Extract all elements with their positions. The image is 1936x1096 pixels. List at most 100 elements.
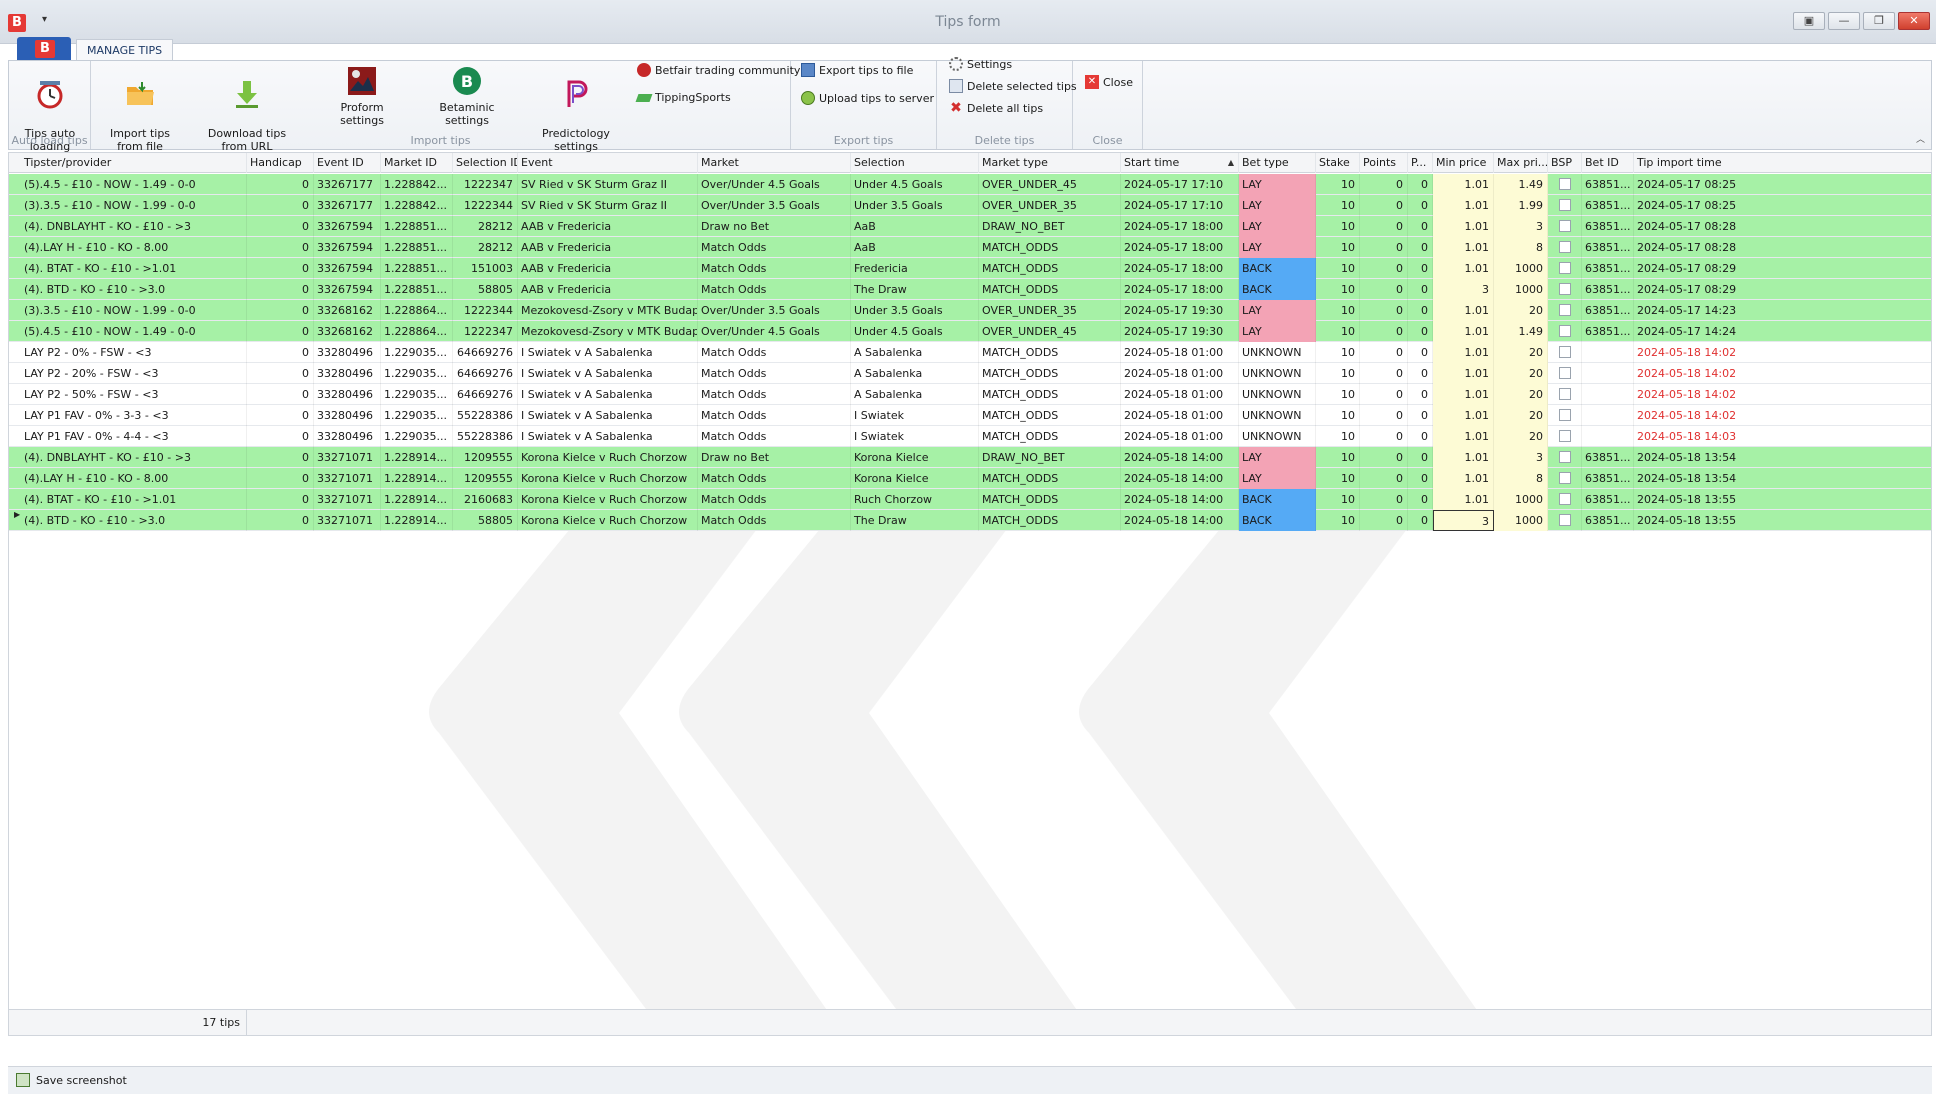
cell-min-price[interactable]: 1.01 — [1433, 363, 1494, 384]
cell-p[interactable]: 0 — [1408, 237, 1433, 258]
cell-selection-id[interactable]: 1222347 — [453, 321, 518, 342]
cell-max-price[interactable]: 1000 — [1494, 279, 1548, 300]
cell-event-id[interactable]: 33268162 — [314, 321, 381, 342]
cell-event[interactable]: SV Ried v SK Sturm Graz II — [518, 195, 698, 216]
cell-market-type[interactable]: OVER_UNDER_35 — [979, 300, 1121, 321]
cell-start-time[interactable]: 2024-05-18 14:00 — [1121, 489, 1239, 510]
cell-bet-type[interactable]: LAY — [1239, 321, 1316, 342]
cell-min-price[interactable]: 1.01 — [1433, 195, 1494, 216]
cell-p[interactable]: 0 — [1408, 384, 1433, 405]
cell-market-id[interactable]: 1.228851... — [381, 216, 453, 237]
cell-market[interactable]: Over/Under 4.5 Goals — [698, 321, 851, 342]
cell-stake[interactable]: 10 — [1316, 426, 1360, 447]
cell-event[interactable]: I Swiatek v A Sabalenka — [518, 426, 698, 447]
column-header-selection[interactable]: Selection — [851, 153, 979, 173]
cell-market[interactable]: Over/Under 3.5 Goals — [698, 195, 851, 216]
cell-points[interactable]: 0 — [1360, 216, 1408, 237]
cell-event[interactable]: Korona Kielce v Ruch Chorzow — [518, 510, 698, 531]
cell-event[interactable]: AAB v Fredericia — [518, 216, 698, 237]
table-row[interactable]: (3).3.5 - £10 - NOW - 1.99 - 0-0 0 3326717… — [9, 195, 1931, 216]
cell-stake[interactable]: 10 — [1316, 489, 1360, 510]
bsp-checkbox[interactable] — [1558, 451, 1571, 463]
cell-handicap[interactable]: 0 — [247, 195, 314, 216]
cell-market-type[interactable]: MATCH_ODDS — [979, 279, 1121, 300]
cell-stake[interactable]: 10 — [1316, 195, 1360, 216]
cell-selection[interactable]: A Sabalenka — [851, 363, 979, 384]
cell-min-price[interactable]: 1.01 — [1433, 426, 1494, 447]
cell-stake[interactable]: 10 — [1316, 384, 1360, 405]
cell-tipster[interactable]: LAY P2 - 20% - FSW - <3 — [21, 363, 247, 384]
cell-tipster[interactable]: (3).3.5 - £10 - NOW - 1.99 - 0-0 — [21, 195, 247, 216]
cell-tip-import-time[interactable]: 2024-05-17 08:29 — [1634, 279, 1931, 300]
cell-min-price[interactable]: 1.01 — [1433, 405, 1494, 426]
cell-p[interactable]: 0 — [1408, 321, 1433, 342]
table-row[interactable]: (4). BTD - KO - £10 - >3.0 0 33267594 1.228… — [9, 279, 1931, 300]
cell-market-id[interactable]: 1.229035... — [381, 384, 453, 405]
cell-market-id[interactable]: 1.229035... — [381, 363, 453, 384]
cell-market[interactable]: Match Odds — [698, 279, 851, 300]
cell-selection-id[interactable]: 64669276 — [453, 363, 518, 384]
cell-market[interactable]: Over/Under 3.5 Goals — [698, 300, 851, 321]
cell-tipster[interactable]: (5).4.5 - £10 - NOW - 1.49 - 0-0 — [21, 174, 247, 195]
cell-event-id[interactable]: 33268162 — [314, 300, 381, 321]
cell-start-time[interactable]: 2024-05-17 17:10 — [1121, 174, 1239, 195]
cell-handicap[interactable]: 0 — [247, 447, 314, 468]
cell-market-id[interactable]: 1.228864... — [381, 321, 453, 342]
bsp-checkbox[interactable] — [1558, 220, 1571, 232]
cell-min-price[interactable]: 1.01 — [1433, 321, 1494, 342]
cell-tip-import-time[interactable]: 2024-05-18 14:02 — [1634, 363, 1931, 384]
cell-max-price[interactable]: 8 — [1494, 237, 1548, 258]
cell-event-id[interactable]: 33267594 — [314, 258, 381, 279]
cell-points[interactable]: 0 — [1360, 384, 1408, 405]
cell-bet-type[interactable]: LAY — [1239, 468, 1316, 489]
cell-max-price[interactable]: 20 — [1494, 384, 1548, 405]
cell-start-time[interactable]: 2024-05-17 18:00 — [1121, 258, 1239, 279]
cell-bsp[interactable] — [1548, 258, 1582, 279]
cell-tip-import-time[interactable]: 2024-05-18 13:55 — [1634, 489, 1931, 510]
cell-market-type[interactable]: MATCH_ODDS — [979, 363, 1121, 384]
cell-bet-type[interactable]: BACK — [1239, 489, 1316, 510]
cell-start-time[interactable]: 2024-05-18 14:00 — [1121, 447, 1239, 468]
cell-bsp[interactable] — [1548, 300, 1582, 321]
cell-points[interactable]: 0 — [1360, 321, 1408, 342]
column-header-event-id[interactable]: Event ID — [314, 153, 381, 173]
cell-bet-id[interactable]: 63851... — [1582, 279, 1634, 300]
cell-stake[interactable]: 10 — [1316, 216, 1360, 237]
cell-points[interactable]: 0 — [1360, 489, 1408, 510]
cell-market[interactable]: Match Odds — [698, 258, 851, 279]
cell-selection-id[interactable]: 151003 — [453, 258, 518, 279]
cell-market-id[interactable]: 1.228851... — [381, 237, 453, 258]
cell-tip-import-time[interactable]: 2024-05-18 14:03 — [1634, 426, 1931, 447]
cell-tip-import-time[interactable]: 2024-05-17 14:24 — [1634, 321, 1931, 342]
cell-market-type[interactable]: DRAW_NO_BET — [979, 447, 1121, 468]
cell-p[interactable]: 0 — [1408, 447, 1433, 468]
cell-market-id[interactable]: 1.228842... — [381, 174, 453, 195]
export-to-file-button[interactable]: Export tips to file — [801, 63, 913, 77]
restore-button[interactable]: ❐ — [1863, 12, 1895, 30]
cell-market-id[interactable]: 1.228914... — [381, 468, 453, 489]
cell-p[interactable]: 0 — [1408, 510, 1433, 531]
cell-selection[interactable]: AaB — [851, 216, 979, 237]
cell-points[interactable]: 0 — [1360, 174, 1408, 195]
cell-points[interactable]: 0 — [1360, 300, 1408, 321]
save-screenshot-button[interactable]: Save screenshot — [16, 1073, 127, 1087]
table-row[interactable]: (4). DNBLAYHT - KO - £10 - >3 0 33271071 1.… — [9, 447, 1931, 468]
cell-bsp[interactable] — [1548, 384, 1582, 405]
cell-selection-id[interactable]: 28212 — [453, 237, 518, 258]
cell-stake[interactable]: 10 — [1316, 258, 1360, 279]
cell-event-id[interactable]: 33271071 — [314, 468, 381, 489]
cell-market[interactable]: Over/Under 4.5 Goals — [698, 174, 851, 195]
cell-tip-import-time[interactable]: 2024-05-17 08:25 — [1634, 195, 1931, 216]
cell-max-price[interactable]: 3 — [1494, 216, 1548, 237]
cell-event[interactable]: AAB v Fredericia — [518, 237, 698, 258]
cell-market-type[interactable]: MATCH_ODDS — [979, 384, 1121, 405]
cell-bet-id[interactable]: 63851... — [1582, 447, 1634, 468]
cell-tipster[interactable]: (4). BTAT - KO - £10 - >1.01 — [21, 489, 247, 510]
close-button[interactable]: ✕ Close — [1085, 75, 1133, 89]
cell-max-price[interactable]: 8 — [1494, 468, 1548, 489]
cell-tip-import-time[interactable]: 2024-05-18 14:02 — [1634, 342, 1931, 363]
cell-market-type[interactable]: DRAW_NO_BET — [979, 216, 1121, 237]
close-window-button[interactable]: ✕ — [1898, 12, 1930, 30]
cell-selection[interactable]: The Draw — [851, 279, 979, 300]
cell-min-price[interactable]: 1.01 — [1433, 300, 1494, 321]
